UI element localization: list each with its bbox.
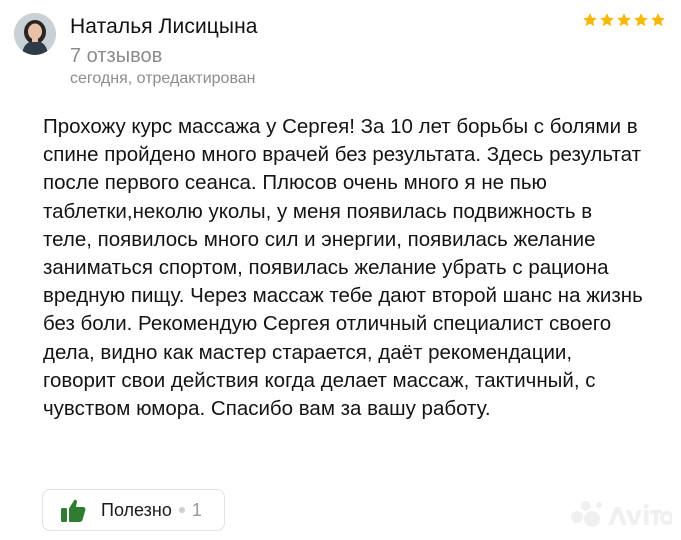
- review-text: Прохожу курс массажа у Сергея! За 10 лет…: [43, 115, 643, 421]
- review-card: Наталья Лисицына 7 отзывов сегодня, отре…: [0, 0, 681, 540]
- helpful-button[interactable]: Полезно 1: [42, 489, 225, 531]
- review-date: сегодня, отредактирован: [70, 70, 256, 87]
- star-icon: [600, 13, 614, 27]
- helpful-count: 1: [191, 499, 202, 520]
- user-photo-icon: [14, 13, 56, 55]
- star-icon: [617, 13, 631, 27]
- star-icon: [651, 13, 665, 27]
- review-count[interactable]: 7 отзывов: [70, 45, 162, 68]
- separator-dot: [178, 507, 185, 513]
- avatar[interactable]: [14, 13, 56, 55]
- star-icon: [583, 13, 597, 27]
- thumbs-up-icon: [61, 499, 86, 522]
- author-name[interactable]: Наталья Лисицына: [70, 15, 258, 39]
- helpful-label: Полезно: [101, 499, 172, 520]
- avito-logo-icon: [568, 497, 674, 538]
- star-icon: [634, 13, 648, 27]
- star-rating: [582, 12, 666, 28]
